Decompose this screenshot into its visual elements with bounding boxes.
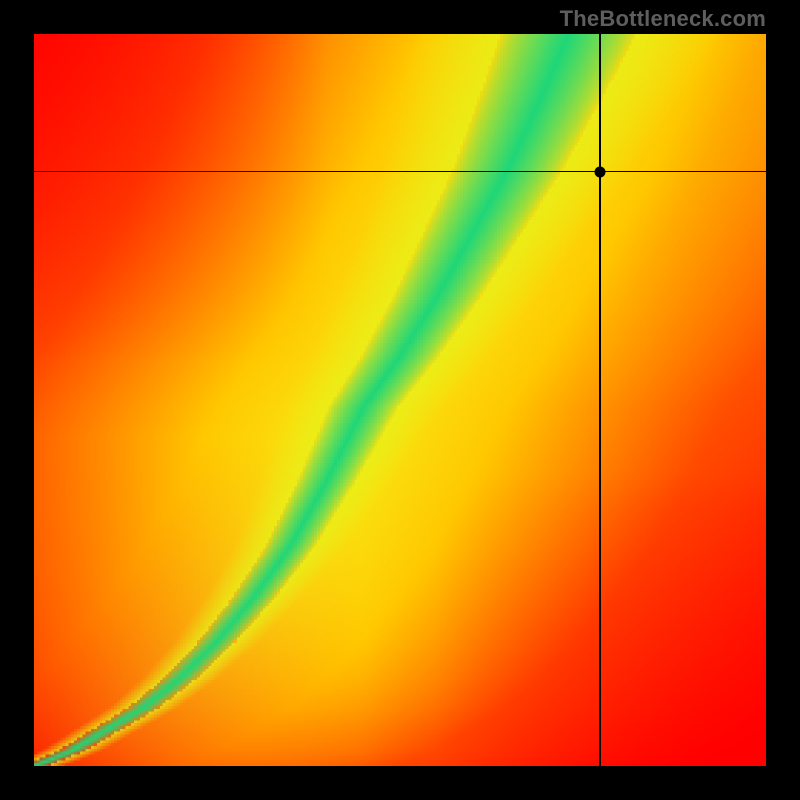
bottleneck-heatmap — [34, 34, 766, 766]
plot-area — [34, 34, 766, 766]
chart-frame: TheBottleneck.com — [0, 0, 800, 800]
attribution-text: TheBottleneck.com — [560, 6, 766, 32]
